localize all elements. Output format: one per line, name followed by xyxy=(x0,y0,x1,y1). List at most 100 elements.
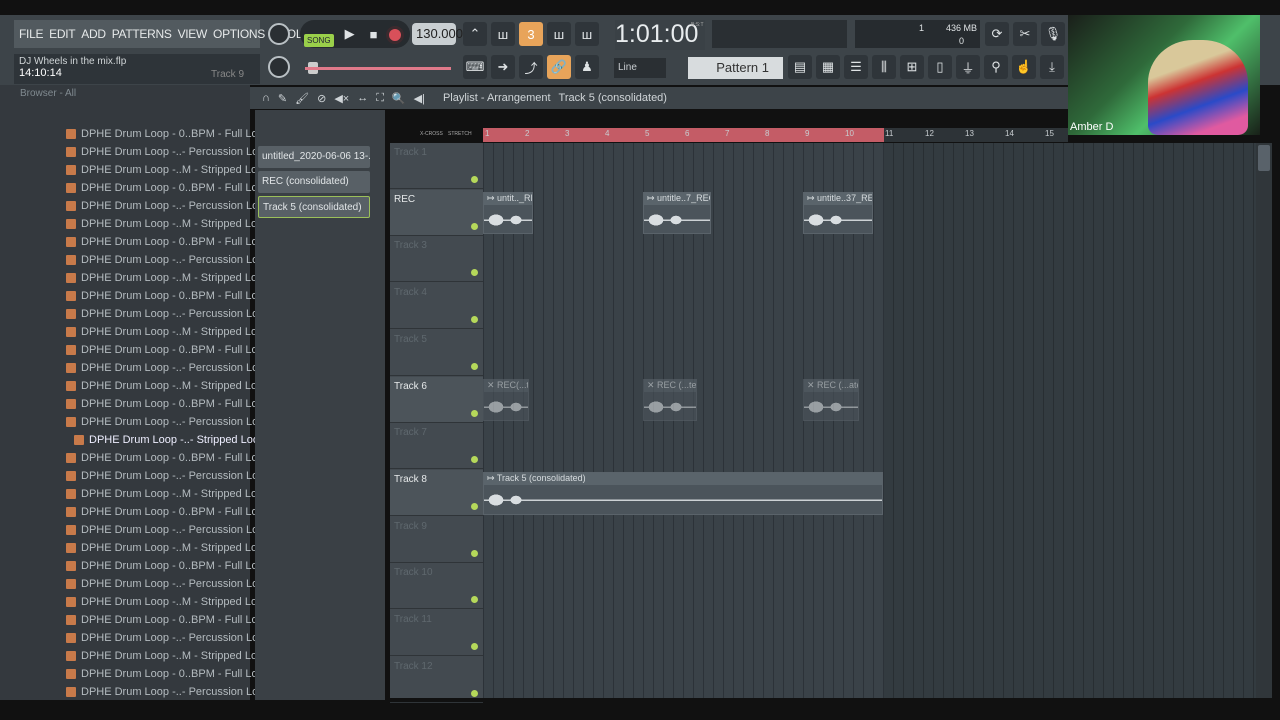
delete-icon[interactable]: ⊘ xyxy=(317,92,326,105)
track-header[interactable]: REC xyxy=(390,189,483,236)
playlist-grid[interactable]: ↦ untit.._REC ↦ untitle..7_REC ↦ untitle..… xyxy=(483,143,1256,698)
play-button[interactable]: ▶ xyxy=(338,22,362,46)
browser-item[interactable]: DPHE Drum Loop - 0..BPM - Full Loop xyxy=(66,503,270,521)
clip-source[interactable]: Track 5 (consolidated) xyxy=(258,196,370,218)
stamp-icon[interactable]: ♟ xyxy=(575,55,599,79)
typing-keyboard-icon[interactable]: ⌨ xyxy=(463,55,487,79)
browser-item[interactable]: DPHE Drum Loop -..M - Stripped Loop xyxy=(66,485,269,503)
select-icon[interactable]: ⛶ xyxy=(376,92,384,105)
menu-item-patterns[interactable]: PATTERNS xyxy=(112,27,172,41)
browser-item[interactable]: DPHE Drum Loop -..- Stripped Loop xyxy=(74,431,265,449)
pencil-icon[interactable]: ✎ xyxy=(278,92,287,105)
loop-record-icon[interactable]: ш xyxy=(575,22,599,46)
audio-clip[interactable]: ↦ untitle..7_REC xyxy=(643,191,711,235)
browser-item[interactable]: DPHE Drum Loop - 0..BPM - Full Loop xyxy=(66,395,270,413)
audio-clip[interactable]: ↦ untitle..37_REC xyxy=(803,191,873,235)
browser-item[interactable]: DPHE Drum Loop - 0..BPM - Full Loop xyxy=(66,179,270,197)
clip-source[interactable]: untitled_2020-06-06 13-... xyxy=(258,146,370,168)
track-header[interactable]: Track 1 xyxy=(390,143,483,189)
countdown-icon[interactable]: 3 xyxy=(519,22,543,46)
browser-item[interactable]: DPHE Drum Loop -..- Percussion Loop xyxy=(66,467,271,485)
master-pitch-knob[interactable] xyxy=(268,56,290,78)
clip-selector[interactable]: Track 5 (consolidated) xyxy=(559,92,667,104)
tempo-field[interactable]: 130.000 xyxy=(412,23,463,45)
browser-item[interactable]: DPHE Drum Loop -..- Percussion Loop xyxy=(66,143,271,161)
track-enable-led[interactable] xyxy=(471,222,478,230)
arrow-icon[interactable]: ➜ xyxy=(491,55,515,79)
browser-item[interactable]: DPHE Drum Loop - 0..BPM - Full Loop xyxy=(66,233,270,251)
track-header[interactable]: Track 8 xyxy=(390,469,483,516)
snap-select[interactable]: Line xyxy=(614,58,666,78)
audio-clip[interactable]: ↦ Track 5 (consolidated) xyxy=(483,471,883,515)
clip-source[interactable]: REC (consolidated) xyxy=(258,171,370,193)
browser-item[interactable]: DPHE Drum Loop -..M - Stripped Loop xyxy=(66,593,269,611)
track-header[interactable]: Track 11 xyxy=(390,610,483,656)
piano-roll-icon[interactable]: ▦ xyxy=(816,55,840,79)
touch-icon[interactable]: ☝ xyxy=(1012,55,1036,79)
track-enable-led[interactable] xyxy=(471,362,478,370)
browser-item[interactable]: DPHE Drum Loop - 0..BPM - Full Loop xyxy=(66,557,270,575)
paint-icon[interactable]: 🖌 xyxy=(295,92,309,105)
mixer-icon[interactable]: ⫼ xyxy=(872,55,896,79)
browser-item[interactable]: DPHE Drum Loop -..- Percussion Loop xyxy=(66,197,271,215)
timeline-ruler[interactable]: 1 2 3 4 5 6 7 8 9 10 11 12 13 14 15 xyxy=(483,128,1068,142)
playlist-icon[interactable]: ▤ xyxy=(788,55,812,79)
playback-icon[interactable]: ◀| xyxy=(414,92,425,105)
track-header[interactable]: Track 10 xyxy=(390,563,483,610)
browser-item[interactable]: DPHE Drum Loop -..M - Stripped Loop xyxy=(66,269,269,287)
browser-item[interactable]: DPHE Drum Loop -..- Percussion Loop xyxy=(66,683,271,701)
wait-input-icon[interactable]: ш xyxy=(491,22,515,46)
browser-icon[interactable]: ⊞ xyxy=(900,55,924,79)
track-enable-led[interactable] xyxy=(471,549,478,557)
record-button[interactable] xyxy=(386,26,404,44)
project-icon[interactable]: ▯ xyxy=(928,55,952,79)
tools-icon[interactable]: ⚲ xyxy=(984,55,1008,79)
pattern-selector[interactable]: Pattern 1 xyxy=(688,57,783,79)
track-enable-led[interactable] xyxy=(471,409,478,417)
browser-item[interactable]: DPHE Drum Loop -..M - Stripped Loop xyxy=(66,647,269,665)
stop-button[interactable]: ■ xyxy=(362,22,386,46)
track-enable-led[interactable] xyxy=(471,269,478,277)
metronome-icon[interactable]: ⌃ xyxy=(463,22,487,46)
audio-clip[interactable]: ✕ REC(...ted) xyxy=(483,378,529,422)
audio-clip[interactable]: ✕ REC (...ated) xyxy=(803,378,859,422)
track-header[interactable]: Track 9 xyxy=(390,517,483,563)
browser-item[interactable]: DPHE Drum Loop -..M - Stripped Loop xyxy=(66,215,269,233)
browser-item[interactable]: DPHE Drum Loop - 0..BPM - Full Loop xyxy=(66,665,270,683)
track-header[interactable]: Track 5 xyxy=(390,330,483,376)
pitch-slider[interactable] xyxy=(305,67,451,70)
menu-item-file[interactable]: FILE xyxy=(19,27,43,41)
track-header[interactable]: Track 12 xyxy=(390,657,483,703)
audio-clip[interactable]: ✕ REC (...ted) xyxy=(643,378,697,422)
browser-item[interactable]: DPHE Drum Loop -..M - Stripped Loop xyxy=(66,323,269,341)
master-volume-knob[interactable] xyxy=(268,23,290,45)
track-header[interactable]: Track 3 xyxy=(390,236,483,283)
link-icon[interactable]: 🔗 xyxy=(547,55,571,79)
download-icon[interactable]: ⤓ xyxy=(1040,55,1064,79)
browser-item[interactable]: DPHE Drum Loop -..- Percussion Loop xyxy=(66,521,271,539)
track-header[interactable]: Track 6 xyxy=(390,376,483,423)
reset-icon[interactable]: ⟳ xyxy=(985,22,1009,46)
vertical-scrollbar[interactable] xyxy=(1256,143,1272,698)
track-enable-led[interactable] xyxy=(471,316,478,324)
browser-item[interactable]: DPHE Drum Loop - 0..BPM - Full Loop xyxy=(66,125,270,143)
browser-item[interactable]: DPHE Drum Loop - 0..BPM - Full Loop xyxy=(66,449,270,467)
track-header[interactable]: Track 7 xyxy=(390,423,483,470)
audio-clip[interactable]: ↦ untit.._REC xyxy=(483,191,533,235)
plugin-icon[interactable]: ⏚ xyxy=(956,55,980,79)
slip-icon[interactable]: ↔ xyxy=(357,92,368,104)
xcross-toggle[interactable]: X-CROSS xyxy=(420,131,443,137)
curve-icon[interactable]: ⤴ xyxy=(519,55,543,79)
menu-item-view[interactable]: VIEW xyxy=(178,27,208,41)
track-enable-led[interactable] xyxy=(471,176,478,183)
track-header[interactable]: Track 4 xyxy=(390,283,483,330)
track-enable-led[interactable] xyxy=(471,689,478,697)
track-enable-led[interactable] xyxy=(471,643,478,650)
browser-item[interactable]: DPHE Drum Loop - 0..BPM - Full Loop xyxy=(66,341,270,359)
browser-item[interactable]: DPHE Drum Loop -..- Percussion Loop xyxy=(66,575,271,593)
browser-item[interactable]: DPHE Drum Loop -..M - Stripped Loop xyxy=(66,539,269,557)
browser-item[interactable]: DPHE Drum Loop -..- Percussion Loop xyxy=(66,413,271,431)
channel-rack-icon[interactable]: ☰ xyxy=(844,55,868,79)
stretch-toggle[interactable]: STRETCH xyxy=(448,131,472,137)
browser-item[interactable]: DPHE Drum Loop -..- Percussion Loop xyxy=(66,251,271,269)
